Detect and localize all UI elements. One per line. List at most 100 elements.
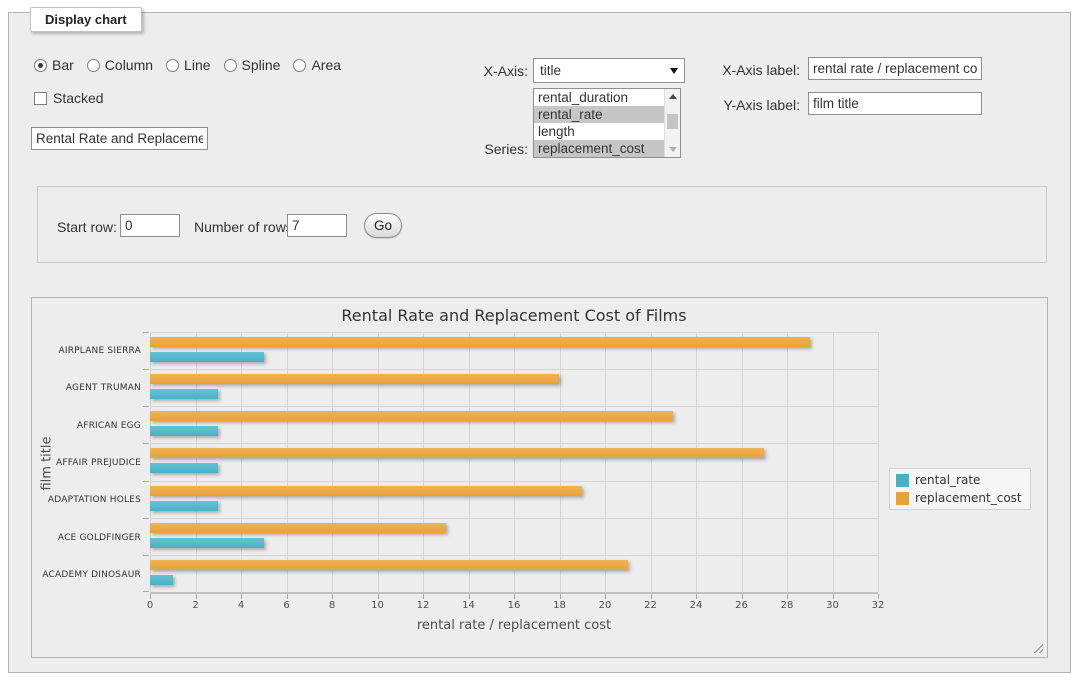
series-option-rental_duration[interactable]: rental_duration [534, 89, 664, 106]
x-tick-mark [378, 594, 379, 599]
gridline [514, 332, 515, 592]
gridline [150, 481, 878, 482]
listbox-scrollbar[interactable] [664, 89, 680, 157]
x-tick-mark [196, 594, 197, 599]
x-tick-mark [787, 594, 788, 599]
y-tick-mark [143, 443, 149, 444]
row-range-box: Start row: Number of rows: Go [37, 186, 1047, 263]
x-tick-label: 26 [735, 600, 748, 611]
x-tick-mark [742, 594, 743, 599]
y-tick-mark [143, 518, 149, 519]
y-category-label: ACADEMY DINOSAUR [42, 570, 141, 580]
x-tick-labels: 02468101214161820222426283032 [150, 600, 878, 614]
x-tick-mark [651, 594, 652, 599]
gridline [423, 332, 424, 592]
scroll-up-icon[interactable] [665, 89, 680, 104]
x-axis-label-input[interactable] [808, 57, 982, 80]
x-tick-label: 24 [690, 600, 703, 611]
y-tick-mark [143, 369, 149, 370]
chevron-down-icon [670, 68, 678, 74]
y-tick-mark [143, 591, 149, 592]
chart-title-input[interactable] [31, 127, 208, 150]
radio-icon[interactable] [166, 59, 179, 72]
scrollbar-thumb[interactable] [667, 114, 678, 129]
chart-type-option-spline[interactable]: Spline [224, 57, 281, 73]
gridline [878, 332, 879, 592]
bar-rental_rate [150, 426, 218, 436]
x-tick-mark [332, 594, 333, 599]
scroll-down-icon[interactable] [665, 142, 680, 157]
gridline [787, 332, 788, 592]
chart-type-option-label: Line [184, 57, 210, 73]
gridline [651, 332, 652, 592]
radio-icon[interactable] [34, 59, 47, 72]
y-category-label: AIRPLANE SIERRA [58, 346, 141, 356]
series-listbox-label: Series: [438, 141, 528, 157]
x-tick-mark [833, 594, 834, 599]
gridline [742, 332, 743, 592]
x-tick-label: 30 [826, 600, 839, 611]
display-chart-panel: BarColumnLineSplineArea Stacked X-Axis: … [8, 12, 1071, 673]
number-of-rows-input[interactable] [287, 214, 347, 237]
go-button[interactable]: Go [364, 213, 402, 238]
start-row-label: Start row: [57, 219, 127, 235]
x-axis-select[interactable]: title [533, 58, 685, 83]
x-tick-label: 28 [781, 600, 794, 611]
y-axis-label-input[interactable] [808, 92, 982, 115]
x-axis-label-caption: X-Axis label: [703, 62, 800, 78]
bar-replacement_cost [150, 411, 673, 421]
gridline [241, 332, 242, 592]
start-row-input[interactable] [120, 214, 180, 237]
legend-label: rental_rate [915, 473, 980, 487]
series-option-rental_rate[interactable]: rental_rate [534, 106, 664, 123]
chart-type-option-line[interactable]: Line [166, 57, 210, 73]
chart-type-option-label: Spline [242, 57, 281, 73]
gridline [150, 518, 878, 519]
fieldset-legend: Display chart [30, 7, 142, 32]
x-tick-label: 8 [329, 600, 335, 611]
chart-type-option-area[interactable]: Area [293, 57, 341, 73]
gridline [560, 332, 561, 592]
y-category-labels: AIRPLANE SIERRAAGENT TRUMANAFRICAN EGGAF… [32, 332, 141, 594]
series-option-length[interactable]: length [534, 123, 664, 140]
stacked-label: Stacked [53, 90, 104, 106]
x-tick-mark [287, 594, 288, 599]
plot-area [150, 332, 878, 594]
legend-swatch-icon [896, 492, 909, 505]
bar-rental_rate [150, 352, 264, 362]
bar-replacement_cost [150, 523, 446, 533]
y-tick-mark [143, 481, 149, 482]
x-tick-mark [560, 594, 561, 599]
radio-icon[interactable] [293, 59, 306, 72]
chart-type-option-column[interactable]: Column [87, 57, 153, 73]
y-axis-label-caption: Y-Axis label: [703, 97, 800, 113]
x-tick-mark [423, 594, 424, 599]
chart-type-option-bar[interactable]: Bar [34, 57, 74, 73]
stacked-checkbox[interactable] [34, 92, 47, 105]
legend-item-replacement_cost[interactable]: replacement_cost [896, 491, 1022, 505]
series-option-replacement_cost[interactable]: replacement_cost [534, 140, 664, 157]
radio-icon[interactable] [224, 59, 237, 72]
gridline [469, 332, 470, 592]
stacked-option[interactable]: Stacked [34, 90, 104, 106]
bar-replacement_cost [150, 560, 628, 570]
gridline [378, 332, 379, 592]
gridline [196, 332, 197, 592]
bar-rental_rate [150, 538, 264, 548]
series-listbox[interactable]: rental_durationrental_ratelengthreplacem… [533, 88, 681, 158]
gridline [150, 369, 878, 370]
x-tick-mark [878, 594, 879, 599]
x-axis-title: rental rate / replacement cost [150, 618, 878, 633]
resize-handle-icon[interactable] [1031, 641, 1043, 653]
chart-type-option-label: Column [105, 57, 153, 73]
y-category-label: ADAPTATION HOLES [48, 495, 141, 505]
x-tick-label: 18 [553, 600, 566, 611]
radio-icon[interactable] [87, 59, 100, 72]
legend-item-rental_rate[interactable]: rental_rate [896, 473, 1022, 487]
gridline [833, 332, 834, 592]
gridline [696, 332, 697, 592]
x-tick-mark [241, 594, 242, 599]
bar-replacement_cost [150, 448, 764, 458]
x-axis-selected-value: title [540, 63, 561, 78]
gridline [287, 332, 288, 592]
